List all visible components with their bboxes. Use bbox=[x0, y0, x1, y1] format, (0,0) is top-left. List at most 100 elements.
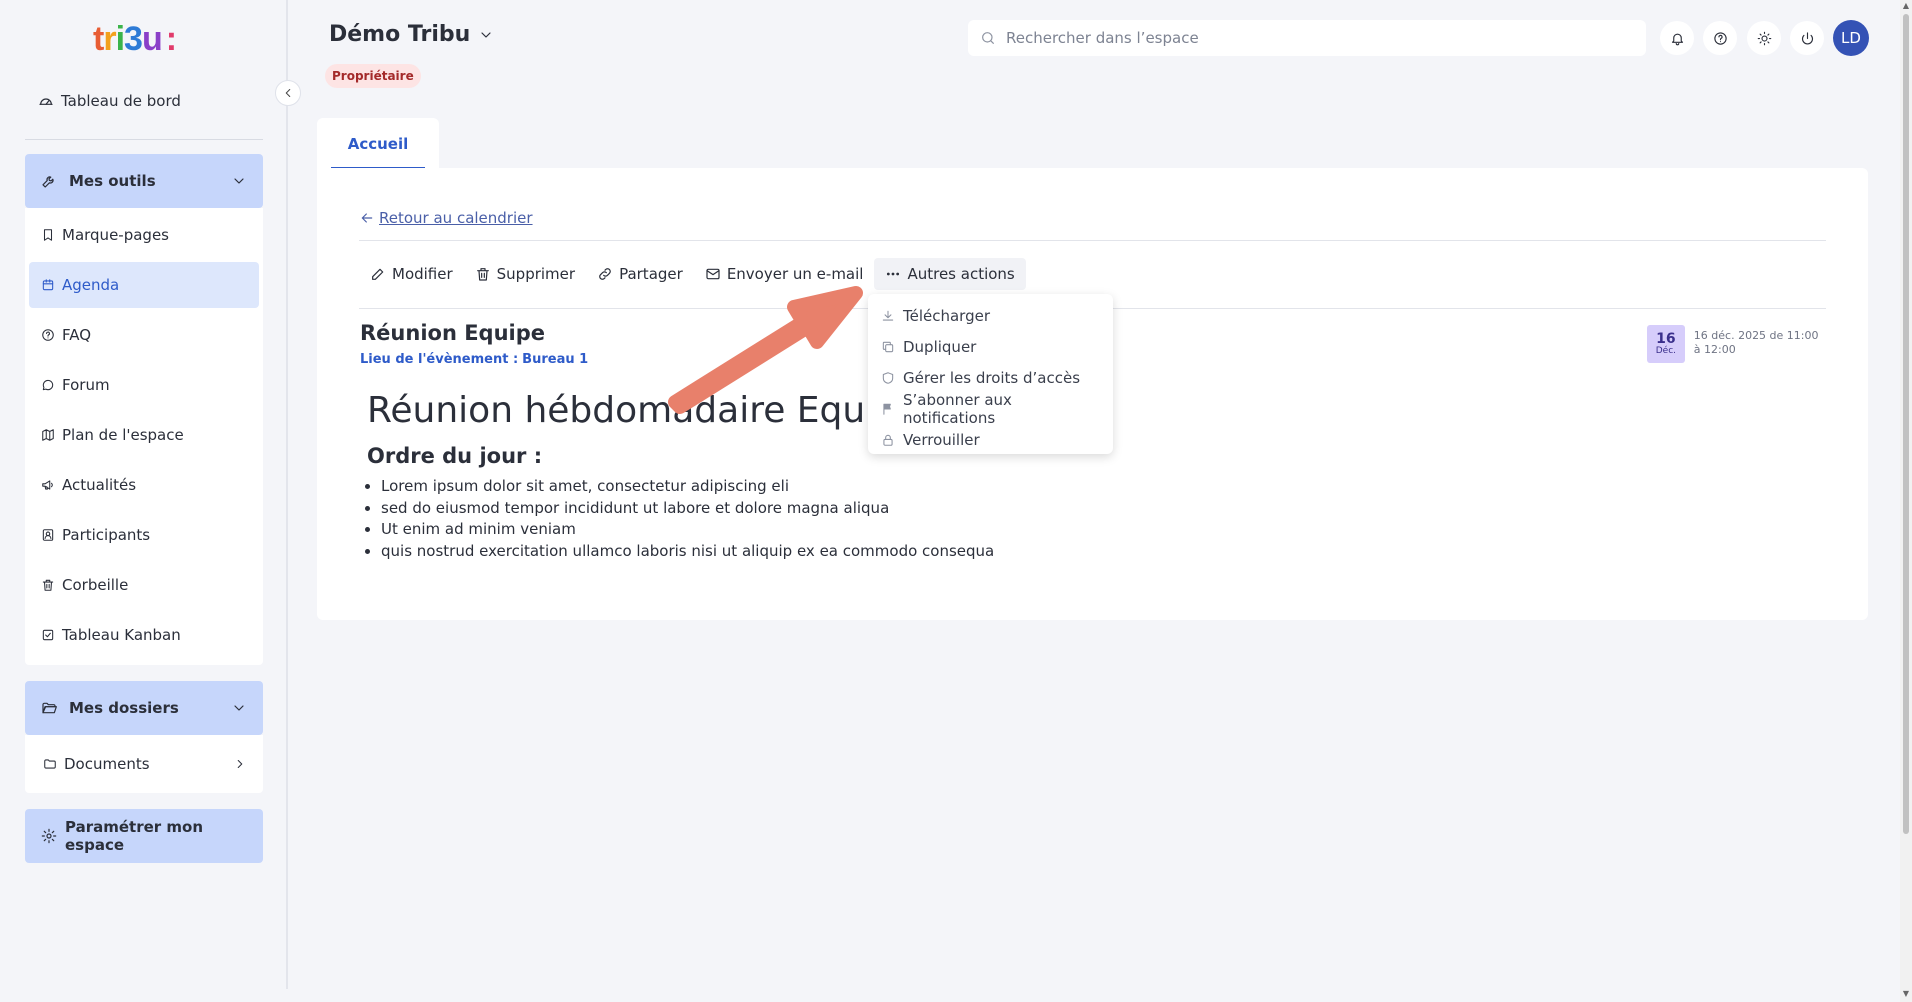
sidebar-item-bookmarks[interactable]: Marque-pages bbox=[29, 212, 259, 258]
more-dots-icon bbox=[885, 266, 901, 282]
sidebar-item-label: FAQ bbox=[62, 326, 92, 344]
scroll-up-icon[interactable]: ▲ bbox=[1902, 2, 1910, 10]
logo-letter: i bbox=[115, 20, 126, 58]
description-heading: Réunion hébdomadaire Equipe bbox=[367, 390, 921, 431]
menu-item-subscribe[interactable]: S’abonner aux notifications bbox=[868, 390, 1113, 427]
sidebar-item-agenda[interactable]: Agenda bbox=[29, 262, 259, 308]
chevron-down-icon bbox=[231, 173, 247, 189]
share-button[interactable]: Partager bbox=[586, 258, 694, 290]
folder-icon bbox=[43, 757, 57, 771]
search-input[interactable] bbox=[1006, 29, 1606, 47]
more-actions-button[interactable]: Autres actions bbox=[874, 258, 1026, 290]
sidebar-item-kanban[interactable]: Tableau Kanban bbox=[29, 612, 259, 658]
send-email-button[interactable]: Envoyer un e-mail bbox=[694, 258, 875, 290]
bell-icon bbox=[1670, 31, 1685, 46]
agenda-heading: Ordre du jour : bbox=[367, 444, 543, 468]
sidebar-item-dashboard[interactable]: Tableau de bord bbox=[38, 92, 181, 110]
event-month: Déc. bbox=[1655, 345, 1677, 356]
help-button[interactable] bbox=[1703, 21, 1737, 55]
theme-toggle-button[interactable] bbox=[1747, 21, 1781, 55]
more-actions-menu: Télécharger Dupliquer Gérer les droits d… bbox=[868, 294, 1113, 454]
sidebar: tri3u: Tableau de bord Mes outils Marque… bbox=[0, 0, 288, 989]
back-to-calendar-link[interactable]: Retour au calendrier bbox=[359, 209, 533, 227]
menu-item-duplicate[interactable]: Dupliquer bbox=[868, 331, 1113, 362]
event-title: Réunion Equipe bbox=[360, 321, 546, 345]
logout-button[interactable] bbox=[1790, 21, 1824, 55]
download-icon bbox=[881, 309, 895, 323]
share-label: Partager bbox=[619, 265, 683, 283]
list-item: quis nostrud exercitation ullamco labori… bbox=[381, 541, 994, 563]
scrollbar-thumb[interactable] bbox=[1903, 14, 1909, 834]
space-settings-label: Paramétrer mon espace bbox=[65, 818, 204, 854]
sidebar-item-label: Actualités bbox=[62, 476, 137, 494]
event-location-label: Lieu de l'évènement : bbox=[360, 352, 519, 367]
sidebar-item-participants[interactable]: Participants bbox=[29, 512, 259, 558]
sidebar-item-documents[interactable]: Documents bbox=[29, 741, 259, 787]
calendar-icon bbox=[41, 278, 55, 292]
sidebar-item-label: Tableau de bord bbox=[61, 92, 181, 110]
arrow-left-icon bbox=[359, 210, 375, 226]
sidebar-item-label: Documents bbox=[64, 755, 150, 773]
menu-item-label: Gérer les droits d’accès bbox=[903, 368, 1081, 387]
folders-group-header[interactable]: Mes dossiers bbox=[25, 681, 263, 735]
link-icon bbox=[597, 266, 613, 282]
wrench-icon bbox=[41, 173, 57, 189]
menu-item-label: Télécharger bbox=[903, 306, 991, 325]
avatar[interactable]: LD bbox=[1833, 20, 1869, 56]
flag-icon bbox=[881, 402, 895, 416]
pencil-icon bbox=[370, 266, 386, 282]
menu-item-download[interactable]: Télécharger bbox=[868, 300, 1113, 331]
menu-item-access-rights[interactable]: Gérer les droits d’accès bbox=[868, 362, 1113, 393]
sidebar-item-faq[interactable]: FAQ bbox=[29, 312, 259, 358]
chevron-left-icon bbox=[281, 86, 295, 100]
menu-item-label: S’abonner aux notifications bbox=[903, 390, 1012, 427]
sidebar-item-label: Agenda bbox=[62, 276, 120, 294]
chevron-down-icon bbox=[478, 27, 494, 43]
sidebar-item-label: Forum bbox=[62, 376, 110, 394]
sidebar-item-label: Marque-pages bbox=[62, 226, 169, 244]
bookmark-icon bbox=[41, 228, 55, 242]
list-item: sed do eiusmod tempor incididunt ut labo… bbox=[381, 498, 994, 520]
notifications-button[interactable] bbox=[1660, 21, 1694, 55]
space-title: Démo Tribu bbox=[329, 22, 471, 47]
list-item: Lorem ipsum dolor sit amet, consectetur … bbox=[381, 476, 994, 498]
event-datetime: 16 déc. 2025 de 11:00 à 12:00 bbox=[1693, 329, 1819, 356]
menu-item-label: Dupliquer bbox=[903, 337, 977, 356]
delete-button[interactable]: Supprimer bbox=[464, 258, 586, 290]
event-date: 16 Déc. 16 déc. 2025 de 11:00 à 12:00 bbox=[1647, 325, 1825, 363]
logo-letter: : bbox=[165, 20, 177, 58]
power-icon bbox=[1800, 31, 1815, 46]
sidebar-item-news[interactable]: Actualités bbox=[29, 462, 259, 508]
search-bar[interactable] bbox=[968, 20, 1646, 56]
collapse-sidebar-button[interactable] bbox=[275, 80, 301, 106]
tools-group-header[interactable]: Mes outils bbox=[25, 154, 263, 208]
list-item: Ut enim ad minim veniam bbox=[381, 519, 994, 541]
trash-icon bbox=[41, 578, 55, 592]
menu-item-lock[interactable]: Verrouiller bbox=[868, 424, 1113, 455]
shield-icon bbox=[881, 371, 895, 385]
page-scrollbar[interactable]: ▲ ▼ bbox=[1900, 0, 1912, 1002]
tab-home[interactable]: Accueil bbox=[317, 118, 439, 169]
sidebar-item-forum[interactable]: Forum bbox=[29, 362, 259, 408]
sidebar-divider bbox=[25, 139, 263, 140]
event-location-value: Bureau 1 bbox=[522, 352, 589, 367]
back-link-label: Retour au calendrier bbox=[379, 209, 533, 227]
chevron-down-icon bbox=[231, 700, 247, 716]
calendar-date-chip: 16 Déc. bbox=[1647, 325, 1685, 363]
megaphone-icon bbox=[41, 478, 55, 492]
help-circle-icon bbox=[1713, 31, 1728, 46]
sidebar-item-trash[interactable]: Corbeille bbox=[29, 562, 259, 608]
event-actions-toolbar: Modifier Supprimer Partager Envoyer un e… bbox=[360, 258, 1026, 290]
space-settings-button[interactable]: Paramétrer mon espace bbox=[25, 809, 263, 863]
space-switcher[interactable]: Démo Tribu bbox=[329, 22, 494, 47]
tools-list: Marque-pages Agenda FAQ Forum Plan de l'… bbox=[25, 208, 263, 665]
scroll-down-icon[interactable]: ▼ bbox=[1902, 990, 1910, 998]
dashboard-gauge-icon bbox=[38, 93, 54, 109]
sidebar-item-label: Tableau Kanban bbox=[62, 626, 181, 644]
more-actions-label: Autres actions bbox=[907, 265, 1015, 283]
edit-button[interactable]: Modifier bbox=[360, 258, 464, 290]
logo-letter: t bbox=[93, 20, 104, 58]
folders-list: Documents bbox=[25, 735, 263, 793]
sidebar-item-space-map[interactable]: Plan de l'espace bbox=[29, 412, 259, 458]
tribu-logo[interactable]: tri3u: bbox=[93, 20, 203, 58]
